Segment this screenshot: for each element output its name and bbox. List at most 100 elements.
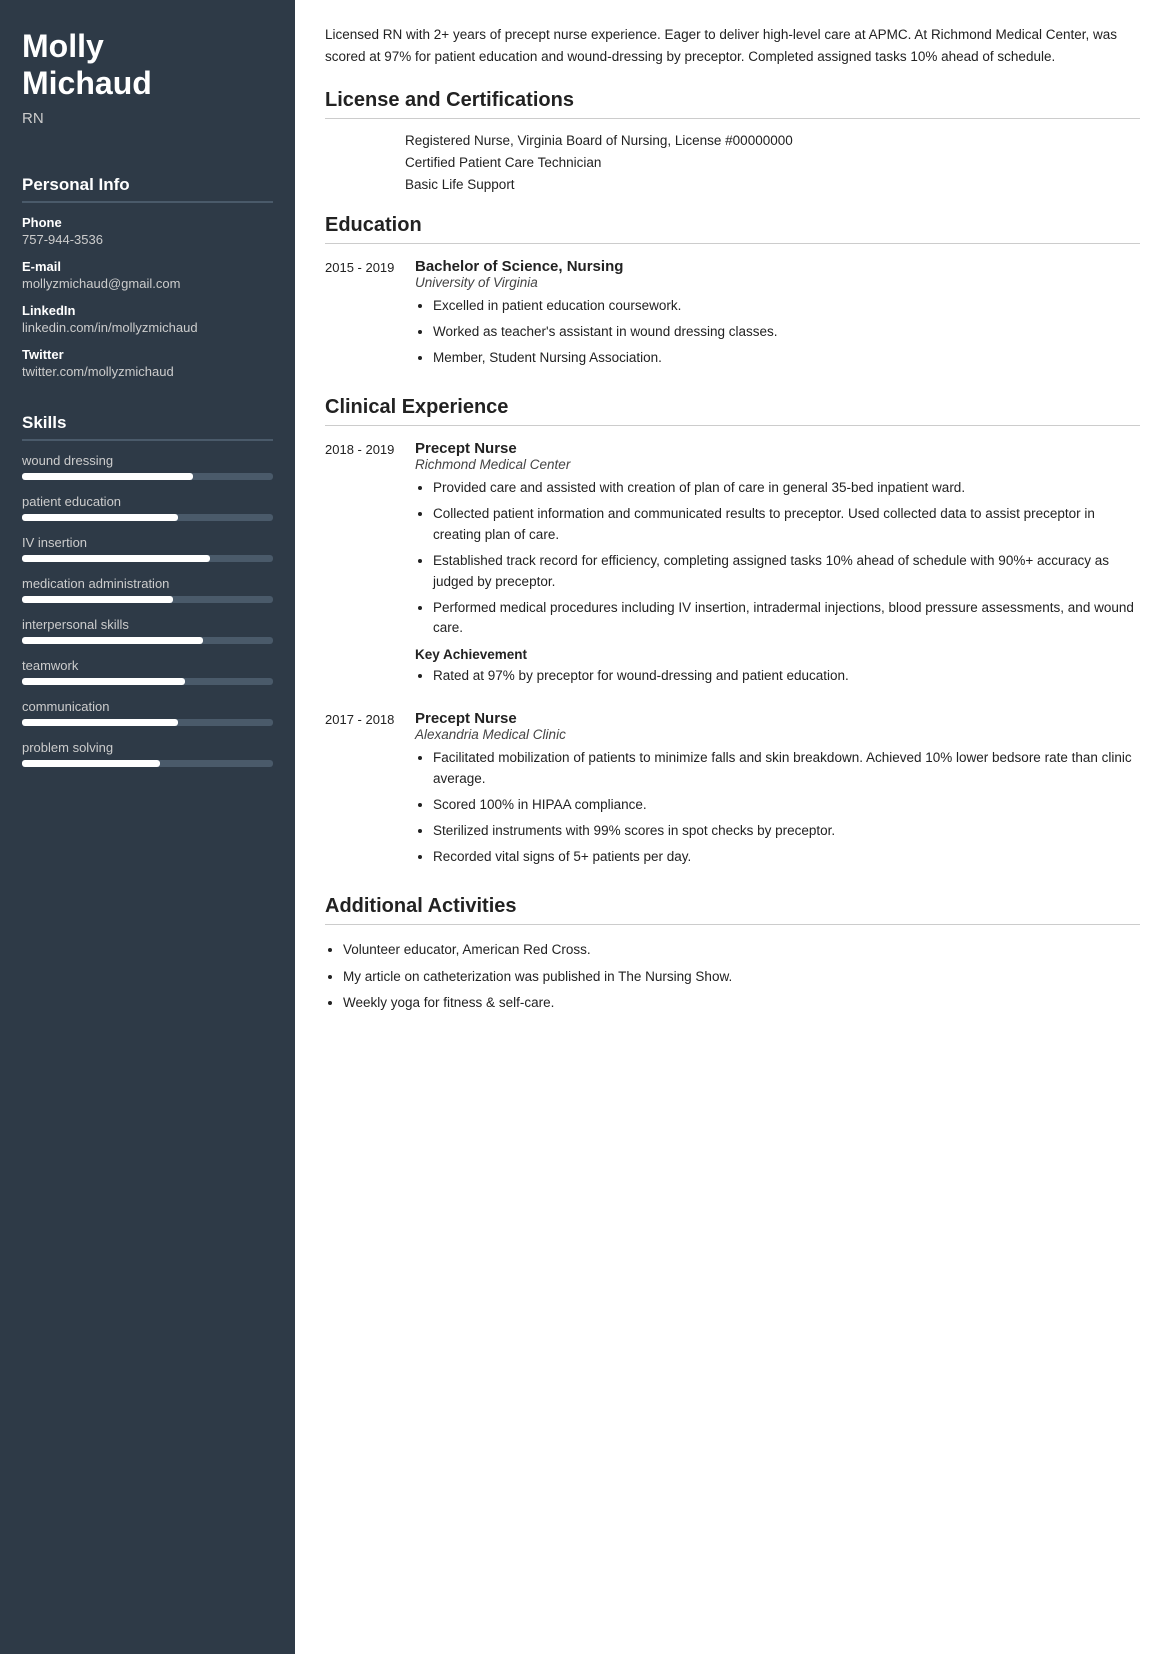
skill-label: IV insertion — [22, 535, 273, 550]
skill-label: interpersonal skills — [22, 617, 273, 632]
skill-bar-bg — [22, 514, 273, 521]
skill-item: communication — [22, 699, 273, 726]
skill-bar-fill — [22, 514, 178, 521]
phone-label: Phone — [22, 215, 273, 230]
skill-item: IV insertion — [22, 535, 273, 562]
entry-content: Bachelor of Science, Nursing University … — [415, 258, 1140, 374]
bullet-item: Provided care and assisted with creation… — [433, 478, 1140, 499]
skill-bar-bg — [22, 473, 273, 480]
phone-contact: Phone 757-944-3536 — [22, 215, 273, 247]
bullet-item: Scored 100% in HIPAA compliance. — [433, 795, 1140, 816]
main-content: Licensed RN with 2+ years of precept nur… — [295, 0, 1170, 1654]
entry-title: Precept Nurse — [415, 440, 1140, 457]
cert-item: Basic Life Support — [405, 177, 1140, 192]
twitter-contact: Twitter twitter.com/mollyzmichaud — [22, 347, 273, 379]
activity-item: My article on catheterization was publis… — [343, 966, 1140, 988]
skill-bar-fill — [22, 719, 178, 726]
achievement-item: Rated at 97% by preceptor for wound-dres… — [433, 666, 1140, 687]
skill-bar-bg — [22, 555, 273, 562]
experience-section: Clinical Experience 2018 - 2019 Precept … — [325, 396, 1140, 873]
achievement-bullets: Rated at 97% by preceptor for wound-dres… — [415, 666, 1140, 687]
personal-info-section: Personal Info Phone 757-944-3536 E-mail … — [0, 161, 295, 399]
entry-dates: 2015 - 2019 — [325, 258, 415, 374]
activity-item: Volunteer educator, American Red Cross. — [343, 939, 1140, 961]
skill-bar-fill — [22, 678, 185, 685]
entry-bullets: Excelled in patient education coursework… — [415, 296, 1140, 369]
skill-bar-fill — [22, 596, 173, 603]
skill-label: problem solving — [22, 740, 273, 755]
skill-bar-bg — [22, 719, 273, 726]
skill-item: patient education — [22, 494, 273, 521]
skill-label: patient education — [22, 494, 273, 509]
entry-bullets: Provided care and assisted with creation… — [415, 478, 1140, 639]
entry-content: Precept Nurse Richmond Medical Center Pr… — [415, 440, 1140, 692]
skill-label: communication — [22, 699, 273, 714]
key-achievement-label: Key Achievement — [415, 647, 1140, 662]
twitter-value: twitter.com/mollyzmichaud — [22, 364, 273, 379]
education-section-title: Education — [325, 214, 1140, 244]
entry-subtitle: University of Virginia — [415, 275, 1140, 290]
email-contact: E-mail mollyzmichaud@gmail.com — [22, 259, 273, 291]
skill-bar-fill — [22, 555, 210, 562]
activity-item: Weekly yoga for fitness & self-care. — [343, 992, 1140, 1014]
twitter-label: Twitter — [22, 347, 273, 362]
skills-section: Skills wound dressing patient education … — [0, 399, 295, 789]
phone-value: 757-944-3536 — [22, 232, 273, 247]
bullet-item: Recorded vital signs of 5+ patients per … — [433, 847, 1140, 868]
skill-label: wound dressing — [22, 453, 273, 468]
entry-dates: 2018 - 2019 — [325, 440, 415, 692]
entry-bullets: Facilitated mobilization of patients to … — [415, 748, 1140, 868]
sidebar-header: Molly Michaud RN — [0, 0, 295, 161]
skill-item: wound dressing — [22, 453, 273, 480]
license-section: License and Certifications Registered Nu… — [325, 89, 1140, 192]
education-entry: 2015 - 2019 Bachelor of Science, Nursing… — [325, 258, 1140, 374]
skill-item: interpersonal skills — [22, 617, 273, 644]
bullet-item: Sterilized instruments with 99% scores i… — [433, 821, 1140, 842]
skill-bar-bg — [22, 637, 273, 644]
education-section: Education 2015 - 2019 Bachelor of Scienc… — [325, 214, 1140, 374]
entry-subtitle: Alexandria Medical Clinic — [415, 727, 1140, 742]
candidate-name: Molly Michaud — [22, 28, 273, 102]
bullet-item: Established track record for efficiency,… — [433, 551, 1140, 593]
activities-section: Additional Activities Volunteer educator… — [325, 895, 1140, 1014]
skill-item: problem solving — [22, 740, 273, 767]
experience-section-title: Clinical Experience — [325, 396, 1140, 426]
bullet-item: Worked as teacher's assistant in wound d… — [433, 322, 1140, 343]
email-label: E-mail — [22, 259, 273, 274]
entry-content: Precept Nurse Alexandria Medical Clinic … — [415, 710, 1140, 873]
linkedin-label: LinkedIn — [22, 303, 273, 318]
linkedin-contact: LinkedIn linkedin.com/in/mollyzmichaud — [22, 303, 273, 335]
email-value: mollyzmichaud@gmail.com — [22, 276, 273, 291]
experience-entry: 2017 - 2018 Precept Nurse Alexandria Med… — [325, 710, 1140, 873]
skill-bar-bg — [22, 678, 273, 685]
linkedin-value: linkedin.com/in/mollyzmichaud — [22, 320, 273, 335]
personal-info-title: Personal Info — [22, 175, 273, 203]
candidate-title: RN — [22, 110, 273, 145]
bullet-item: Performed medical procedures including I… — [433, 598, 1140, 640]
cert-item: Registered Nurse, Virginia Board of Nurs… — [405, 133, 1140, 148]
sidebar: Molly Michaud RN Personal Info Phone 757… — [0, 0, 295, 1654]
skill-bar-fill — [22, 637, 203, 644]
experience-entries: 2018 - 2019 Precept Nurse Richmond Medic… — [325, 440, 1140, 873]
skill-item: teamwork — [22, 658, 273, 685]
bullet-item: Excelled in patient education coursework… — [433, 296, 1140, 317]
skills-title: Skills — [22, 413, 273, 441]
skill-bar-fill — [22, 760, 160, 767]
bullet-item: Facilitated mobilization of patients to … — [433, 748, 1140, 790]
bullet-item: Member, Student Nursing Association. — [433, 348, 1140, 369]
bullet-item: Collected patient information and commun… — [433, 504, 1140, 546]
skill-bar-bg — [22, 596, 273, 603]
education-entries: 2015 - 2019 Bachelor of Science, Nursing… — [325, 258, 1140, 374]
cert-item: Certified Patient Care Technician — [405, 155, 1140, 170]
skills-list: wound dressing patient education IV inse… — [22, 453, 273, 767]
activities-section-title: Additional Activities — [325, 895, 1140, 925]
experience-entry: 2018 - 2019 Precept Nurse Richmond Medic… — [325, 440, 1140, 692]
skill-bar-bg — [22, 760, 273, 767]
certifications-list: Registered Nurse, Virginia Board of Nurs… — [325, 133, 1140, 192]
activities-list: Volunteer educator, American Red Cross. M… — [325, 939, 1140, 1014]
entry-title: Bachelor of Science, Nursing — [415, 258, 1140, 275]
skill-bar-fill — [22, 473, 193, 480]
skill-label: medication administration — [22, 576, 273, 591]
skill-item: medication administration — [22, 576, 273, 603]
license-section-title: License and Certifications — [325, 89, 1140, 119]
